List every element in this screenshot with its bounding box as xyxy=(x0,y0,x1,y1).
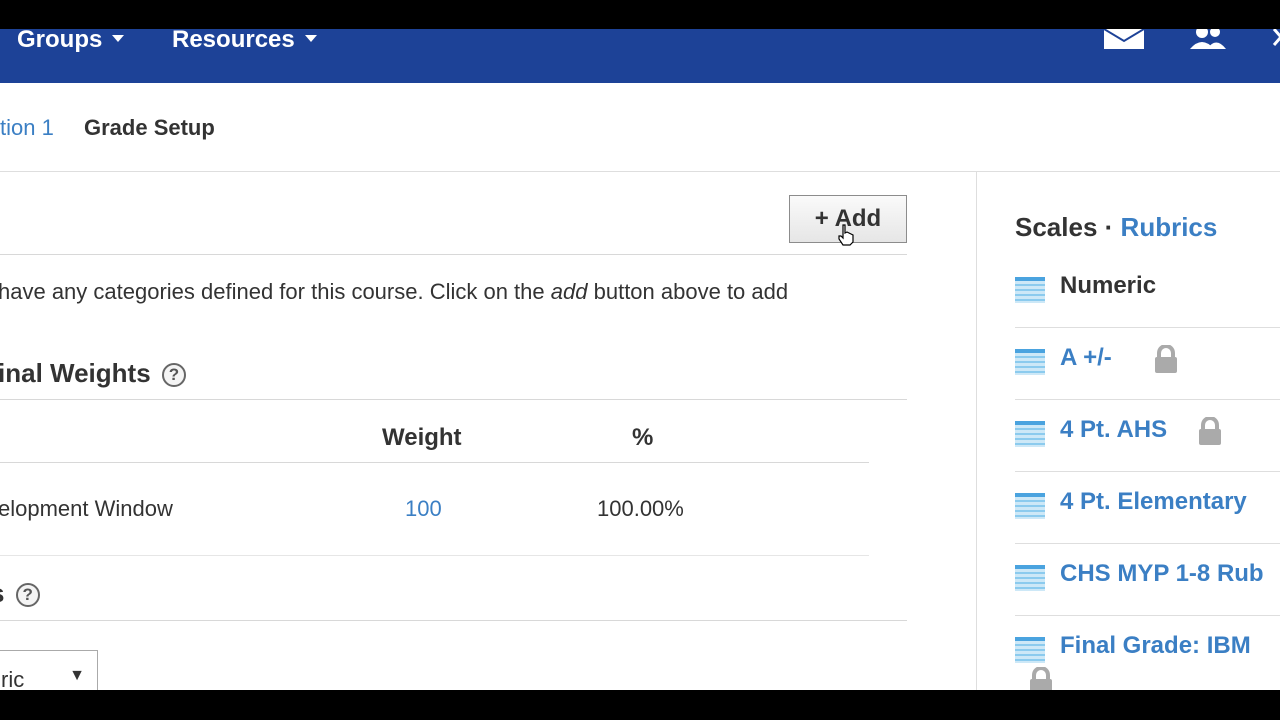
top-nav-bar: Groups Resources xyxy=(0,26,1280,83)
sidebar-item-final-grade-ibm[interactable]: Final Grade: IBM xyxy=(1015,615,1280,695)
title-separator: · xyxy=(1104,212,1114,242)
divider xyxy=(0,399,907,400)
sidebar-item-4pt-elementary[interactable]: 4 Pt. Elementary xyxy=(1015,471,1280,544)
divider xyxy=(0,620,907,621)
scale-list-icon xyxy=(1015,565,1045,596)
nav-groups-label: Groups xyxy=(17,26,103,53)
breadcrumb-parent-link[interactable]: tion 1 xyxy=(0,116,54,140)
scale-list-icon xyxy=(1015,637,1045,668)
scale-list-icon xyxy=(1015,277,1045,308)
grade-setup-main: + Add have any categories defined for th… xyxy=(0,172,977,700)
scale-label: Numeric xyxy=(1060,272,1157,299)
close-icon[interactable] xyxy=(1268,28,1280,54)
scale-list-icon xyxy=(1015,421,1045,452)
sidebar-item-4pt-ahs[interactable]: 4 Pt. AHS xyxy=(1015,399,1280,472)
row-percent: 100.00% xyxy=(597,496,684,521)
no-categories-message: have any categories defined for this cou… xyxy=(0,279,788,305)
row-weight-link[interactable]: 100 xyxy=(405,496,442,522)
nav-resources-menu[interactable]: Resources xyxy=(172,26,317,53)
column-header-weight: Weight xyxy=(382,424,462,451)
mail-icon[interactable] xyxy=(1103,28,1145,54)
scale-label: CHS MYP 1-8 Rub xyxy=(1060,560,1264,587)
scale-label: 4 Pt. AHS xyxy=(1060,416,1168,443)
sidebar-title: Scales · Rubrics xyxy=(1015,212,1217,243)
help-icon[interactable]: ? xyxy=(15,583,40,608)
scales-tab[interactable]: Scales xyxy=(1015,212,1097,242)
chevron-down-icon xyxy=(304,35,317,43)
scale-label: 4 Pt. Elementary xyxy=(1060,488,1247,515)
chevron-down-icon xyxy=(112,35,125,43)
nav-groups-menu[interactable]: Groups xyxy=(17,26,125,53)
row-divider xyxy=(0,555,869,556)
empty-msg-text-1: have any categories defined for this cou… xyxy=(0,279,545,304)
rubrics-tab[interactable]: Rubrics xyxy=(1121,212,1218,242)
sidebar-item-a-plus-minus[interactable]: A +/- xyxy=(1015,327,1280,400)
final-weights-title: inal Weights xyxy=(0,358,151,388)
hand-cursor-icon xyxy=(838,224,854,251)
empty-msg-add-emphasis: add xyxy=(550,279,588,304)
scale-list-icon xyxy=(1015,349,1045,380)
scale-list-icon xyxy=(1015,493,1045,524)
scale-section-title: s xyxy=(0,578,4,608)
empty-msg-text-2: button above to add xyxy=(593,279,789,304)
final-weights-heading: inal Weights ? xyxy=(0,358,186,388)
breadcrumb: tion 1 Grade Setup xyxy=(0,83,1280,172)
sidebar-item-chs-myp[interactable]: CHS MYP 1-8 Rub xyxy=(1015,543,1280,616)
nav-resources-label: Resources xyxy=(172,26,295,53)
lock-icon xyxy=(1197,416,1223,450)
help-icon[interactable]: ? xyxy=(161,363,186,388)
divider xyxy=(0,254,907,255)
scale-label: A +/- xyxy=(1060,344,1112,371)
people-icon[interactable] xyxy=(1190,26,1226,54)
dropdown-arrow-icon: ▼ xyxy=(69,667,85,684)
letterbox-top xyxy=(0,0,1280,29)
letterbox-bottom xyxy=(0,690,1280,720)
scale-section-heading: s ? xyxy=(0,578,40,608)
lock-icon xyxy=(1153,344,1179,378)
page-title: Grade Setup xyxy=(84,115,215,140)
scales-sidebar: Scales · Rubrics Numeric A +/- 4 Pt. AHS… xyxy=(977,172,1280,695)
sidebar-item-numeric[interactable]: Numeric xyxy=(1015,255,1280,328)
table-header-divider xyxy=(0,462,869,463)
column-header-percent: % xyxy=(632,424,654,451)
scale-label: Final Grade: IBM xyxy=(1060,632,1251,659)
plus-icon: + xyxy=(814,205,829,232)
row-name: elopment Window xyxy=(0,496,173,521)
